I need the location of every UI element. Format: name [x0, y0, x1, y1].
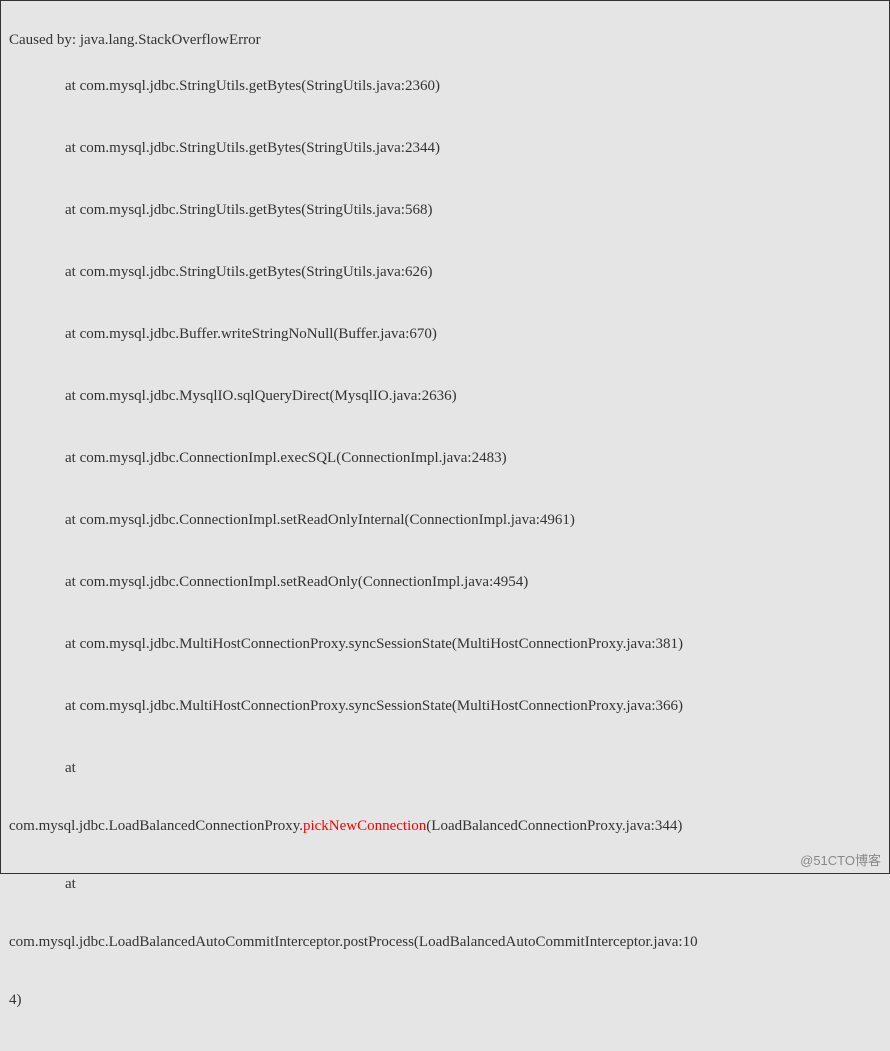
stack-frame: at com.mysql.jdbc.ConnectionImpl.execSQL…	[9, 443, 881, 473]
stack-frame: at com.mysql.jdbc.StringUtils.getBytes(S…	[9, 71, 881, 101]
stack-frame: at com.mysql.jdbc.MultiHostConnectionPro…	[9, 629, 881, 659]
stack-frame: at com.mysql.jdbc.ConnectionImpl.setRead…	[9, 567, 881, 597]
frame-suffix: (LoadBalancedConnectionProxy.java:344)	[426, 818, 682, 834]
exception-header: Caused by: java.lang.StackOverflowError	[9, 25, 881, 55]
stack-frame-highlighted: com.mysql.jdbc.LoadBalancedConnectionPro…	[9, 811, 881, 841]
stack-frame-continuation: com.mysql.jdbc.LoadBalancedAutoCommitInt…	[9, 927, 881, 957]
stack-frame: at com.mysql.jdbc.StringUtils.getBytes(S…	[9, 257, 881, 287]
stack-frame: at com.mysql.jdbc.StringUtils.getBytes(S…	[9, 133, 881, 163]
stack-frame-continuation: 4)	[9, 985, 881, 1015]
watermark-label: @51CTO博客	[800, 850, 881, 869]
frame-prefix: com.mysql.jdbc.LoadBalancedConnectionPro…	[9, 818, 303, 834]
frame-method-highlight: pickNewConnection	[303, 818, 426, 834]
stack-frame: at com.mysql.jdbc.MysqlIO.sqlQueryDirect…	[9, 381, 881, 411]
stack-frame: at com.mysql.jdbc.StringUtils.getBytes(S…	[9, 195, 881, 225]
stack-frame-at: at	[9, 753, 881, 783]
stack-frame: at com.mysql.jdbc.Buffer.writeStringNoNu…	[9, 319, 881, 349]
stack-frame: at com.mysql.jdbc.ConnectionImpl.setRead…	[9, 505, 881, 535]
stack-frame: at com.mysql.jdbc.MultiHostConnectionPro…	[9, 691, 881, 721]
stacktrace-container: Caused by: java.lang.StackOverflowError …	[1, 1, 889, 1051]
